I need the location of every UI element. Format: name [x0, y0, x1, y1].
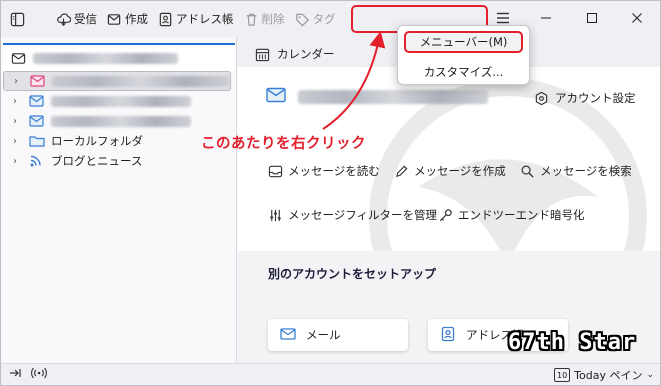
today-date-icon: 10 — [554, 368, 571, 382]
settings-shield-icon — [534, 91, 549, 106]
folder-tree: › › › › ローカルフォルダ › ブログとニュース — [1, 71, 237, 171]
online-status-indicator[interactable] — [31, 367, 47, 382]
sidebar-icon — [10, 12, 25, 27]
maximize-icon — [586, 12, 598, 27]
other-accounts-title: 別のアカウントをセットアップ — [268, 267, 437, 281]
close-icon — [631, 12, 643, 27]
folder-label: ローカルフォルダ — [51, 134, 143, 148]
tab-calendar[interactable]: カレンダー — [255, 43, 335, 65]
collapse-pane-button[interactable] — [9, 367, 21, 382]
today-pane-button[interactable]: 10 Today ペイン ⌄ — [554, 366, 654, 384]
write-label: 作成 — [125, 12, 148, 26]
status-bar: 10 Today ペイン ⌄ — [1, 363, 660, 385]
account-mail-icon — [29, 94, 45, 108]
account-settings-button[interactable]: アカウント設定 — [534, 90, 636, 106]
key-icon — [438, 208, 453, 223]
toolbar-context-menu: メニューバー(M) カスタマイズ... — [397, 25, 530, 85]
get-messages-label: 受信 — [74, 12, 97, 26]
thunderbird-window: 受信 作成 アドレス帳 削除 タグ › › › › ローカルフォルダ › ブログ… — [0, 0, 661, 386]
arrow-to-right-icon — [9, 367, 21, 382]
chevron-right-icon: › — [14, 75, 18, 87]
account-mail-icon — [266, 87, 286, 106]
mail-icon — [280, 327, 296, 344]
tag-button[interactable]: タグ — [290, 6, 341, 32]
tag-label: タグ — [312, 12, 336, 26]
setup-mail-button[interactable]: メール — [268, 319, 408, 351]
action-label: メッセージフィルターを管理 — [288, 208, 438, 222]
main-toolbar: 受信 作成 アドレス帳 削除 タグ — [1, 1, 660, 37]
get-messages-button[interactable]: 受信 — [51, 6, 102, 32]
action-label: メッセージを読む — [288, 164, 380, 178]
chevron-right-icon: › — [13, 135, 17, 147]
account-mail-icon — [29, 114, 45, 128]
compose-icon — [107, 12, 122, 27]
close-window-button[interactable] — [614, 1, 660, 37]
brand-watermark: 67th Star — [508, 330, 637, 355]
account-row-2[interactable]: › — [1, 91, 237, 111]
tag-icon — [295, 12, 310, 27]
minimize-icon — [540, 12, 552, 27]
chevron-right-icon: › — [13, 115, 17, 127]
mail-tab-icon — [11, 51, 26, 66]
filter-icon — [268, 208, 283, 223]
inbox-icon — [268, 164, 283, 179]
menu-item-menubar[interactable]: メニューバー(M) — [404, 31, 523, 53]
menu-item-customize[interactable]: カスタマイズ... — [404, 61, 523, 83]
today-pane-label: Today ペイン — [574, 369, 643, 382]
rss-icon — [29, 154, 45, 168]
calendar-icon — [255, 47, 270, 62]
calendar-tab-label: カレンダー — [277, 47, 335, 61]
folder-icon — [29, 134, 45, 148]
maximize-button[interactable] — [569, 1, 615, 37]
setup-card-label: メール — [306, 328, 341, 342]
account-header — [266, 87, 488, 106]
address-book-icon — [158, 12, 173, 27]
delete-label: 削除 — [261, 12, 285, 26]
trash-icon — [244, 12, 259, 27]
redacted-account-name — [51, 115, 191, 127]
folder-pane-toggle-button[interactable] — [3, 6, 35, 32]
address-book-button[interactable]: アドレス帳 — [153, 6, 239, 32]
delete-button[interactable]: 削除 — [239, 6, 290, 32]
account-row-1[interactable]: › — [3, 71, 231, 91]
folder-pane: › › › › ローカルフォルダ › ブログとニュース — [1, 37, 237, 363]
action-label: メッセージを検索 — [540, 164, 632, 178]
chevron-down-icon: ⌄ — [646, 370, 654, 380]
chevron-right-icon: › — [13, 155, 17, 167]
search-messages-button[interactable]: メッセージを検索 — [520, 163, 632, 179]
account-settings-label: アカウント設定 — [555, 91, 636, 105]
account-row-3[interactable]: › — [1, 111, 237, 131]
redacted-account-name — [51, 75, 230, 87]
tab-mail[interactable] — [3, 43, 235, 71]
redacted-account-name — [33, 52, 178, 64]
address-book-label: アドレス帳 — [176, 12, 234, 26]
e2e-encryption-button[interactable]: エンドツーエンド暗号化 — [438, 207, 585, 223]
action-label: メッセージを作成 — [414, 164, 506, 178]
read-messages-button[interactable]: メッセージを読む — [268, 163, 380, 179]
chevron-right-icon: › — [13, 95, 17, 107]
redacted-account-name — [51, 95, 191, 107]
pencil-icon — [394, 164, 409, 179]
manage-filters-button[interactable]: メッセージフィルターを管理 — [268, 207, 437, 223]
folder-row-feeds[interactable]: › ブログとニュース — [1, 151, 237, 171]
wireless-icon — [31, 367, 47, 382]
redacted-account-address — [298, 89, 488, 104]
annotation-text: このあたりを右クリック — [201, 136, 366, 152]
address-book-icon — [440, 326, 456, 345]
account-mail-icon — [30, 74, 46, 88]
search-icon — [520, 164, 535, 179]
folder-label: ブログとニュース — [51, 154, 143, 168]
account-hub: アカウント設定 メッセージを読む メッセージを作成 メッセージを検索 メッセージ… — [238, 67, 660, 363]
cloud-download-icon — [56, 12, 71, 27]
write-button[interactable]: 作成 — [102, 6, 153, 32]
write-message-button[interactable]: メッセージを作成 — [394, 163, 506, 179]
action-label: エンドツーエンド暗号化 — [458, 208, 585, 222]
